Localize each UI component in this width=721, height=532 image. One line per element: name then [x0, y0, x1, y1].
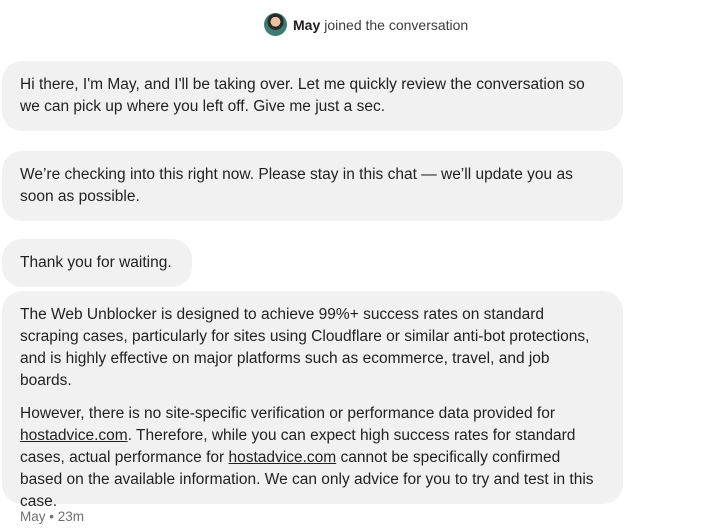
message-text: Hi there, I'm May, and I'll be taking ov… [20, 76, 585, 115]
hostadvice-link-2[interactable]: hostadvice.com [229, 449, 337, 466]
message-meta: May • 23m [20, 509, 84, 524]
agent-avatar [264, 13, 287, 36]
message-bubble-thanks: Thank you for waiting. [2, 239, 192, 287]
message-text: However, there is no site-specific verif… [20, 405, 555, 422]
chat-transcript: May joined the conversation Hi there, I'… [0, 0, 721, 532]
message-bubble-takeover: Hi there, I'm May, and I'll be taking ov… [2, 61, 623, 131]
message-paragraph-1: The Web Unblocker is designed to achieve… [20, 306, 590, 389]
message-paragraph-2: However, there is no site-specific verif… [20, 403, 605, 513]
message-text: Thank you for waiting. [20, 254, 172, 271]
message-bubble-answer: The Web Unblocker is designed to achieve… [2, 291, 623, 510]
message-text: We’re checking into this right now. Plea… [20, 166, 573, 205]
message-bubble-checking: We’re checking into this right now. Plea… [2, 151, 623, 221]
joined-text: joined the conversation [324, 16, 469, 33]
agent-name: May [293, 16, 321, 33]
hostadvice-link-1[interactable]: hostadvice.com [20, 427, 128, 444]
agent-joined-notice: May joined the conversation [264, 13, 468, 36]
